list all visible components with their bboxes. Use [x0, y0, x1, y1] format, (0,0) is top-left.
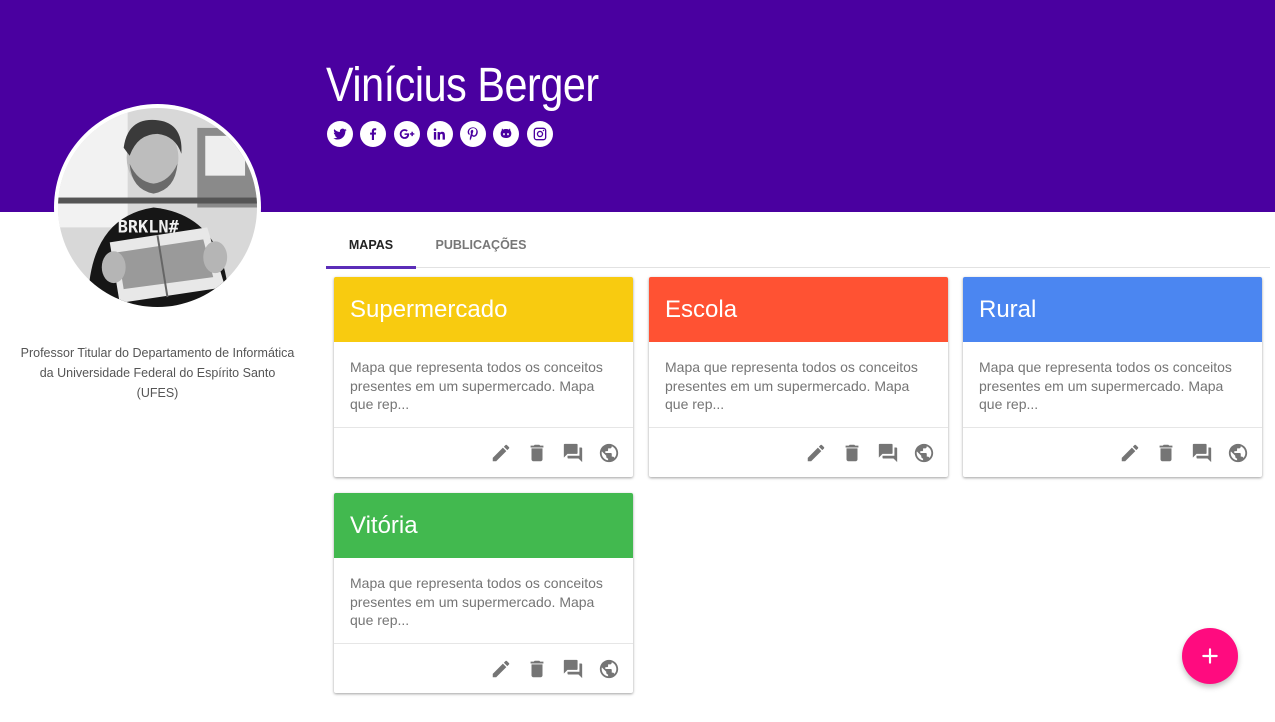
edit-icon[interactable] — [1118, 441, 1142, 465]
card-description: Mapa que representa todos os conceitos p… — [334, 342, 633, 428]
linkedin-icon[interactable] — [426, 121, 453, 147]
card-description: Mapa que representa todos os conceitos p… — [649, 342, 948, 428]
tab-publicacoes[interactable]: PUBLICAÇÕES — [416, 223, 546, 268]
delete-icon[interactable] — [525, 657, 549, 681]
card-title[interactable]: Vitória — [350, 512, 418, 540]
card-title[interactable]: Escola — [665, 296, 737, 324]
plus-icon — [1202, 648, 1218, 664]
comments-icon[interactable] — [1190, 441, 1214, 465]
map-card[interactable]: Supermercado Mapa que representa todos o… — [334, 277, 633, 477]
social-links — [327, 121, 560, 147]
profile-name: Vinícius Berger — [326, 59, 599, 112]
card-title[interactable]: Supermercado — [350, 296, 507, 324]
profile-photo: BRKLN# — [58, 108, 257, 307]
card-actions — [649, 428, 948, 477]
globe-icon[interactable] — [912, 441, 936, 465]
comments-icon[interactable] — [561, 441, 585, 465]
github-icon[interactable] — [493, 121, 520, 147]
card-actions — [334, 644, 633, 693]
comments-icon[interactable] — [876, 441, 900, 465]
edit-icon[interactable] — [804, 441, 828, 465]
delete-icon[interactable] — [840, 441, 864, 465]
map-card[interactable]: Rural Mapa que representa todos os conce… — [963, 277, 1262, 477]
google-plus-icon[interactable] — [393, 121, 420, 147]
card-actions — [334, 428, 633, 477]
map-card[interactable]: Escola Mapa que representa todos os conc… — [649, 277, 948, 477]
card-header: Rural — [963, 277, 1262, 342]
profile-bio: Professor Titular do Departamento de Inf… — [20, 346, 295, 400]
card-description: Mapa que representa todos os conceitos p… — [334, 558, 633, 644]
edit-icon[interactable] — [489, 441, 513, 465]
edit-icon[interactable] — [489, 657, 513, 681]
delete-icon[interactable] — [525, 441, 549, 465]
pinterest-icon[interactable] — [460, 121, 487, 147]
tab-mapas[interactable]: MAPAS — [326, 223, 416, 269]
instagram-icon[interactable] — [526, 121, 553, 147]
delete-icon[interactable] — [1154, 441, 1178, 465]
tab-bar: MAPAS PUBLICAÇÕES — [326, 223, 1270, 269]
facebook-icon[interactable] — [360, 121, 387, 147]
map-card[interactable]: Vitória Mapa que representa todos os con… — [334, 493, 633, 693]
card-header: Vitória — [334, 493, 633, 558]
card-title[interactable]: Rural — [979, 296, 1036, 324]
card-description: Mapa que representa todos os conceitos p… — [963, 342, 1262, 428]
card-header: Supermercado — [334, 277, 633, 342]
globe-icon[interactable] — [597, 441, 621, 465]
globe-icon[interactable] — [1226, 441, 1250, 465]
card-header: Escola — [649, 277, 948, 342]
avatar: BRKLN# — [54, 104, 261, 311]
comments-icon[interactable] — [561, 657, 585, 681]
add-map-button[interactable] — [1182, 628, 1238, 684]
twitter-icon[interactable] — [327, 121, 353, 147]
globe-icon[interactable] — [597, 657, 621, 681]
card-actions — [963, 428, 1262, 477]
